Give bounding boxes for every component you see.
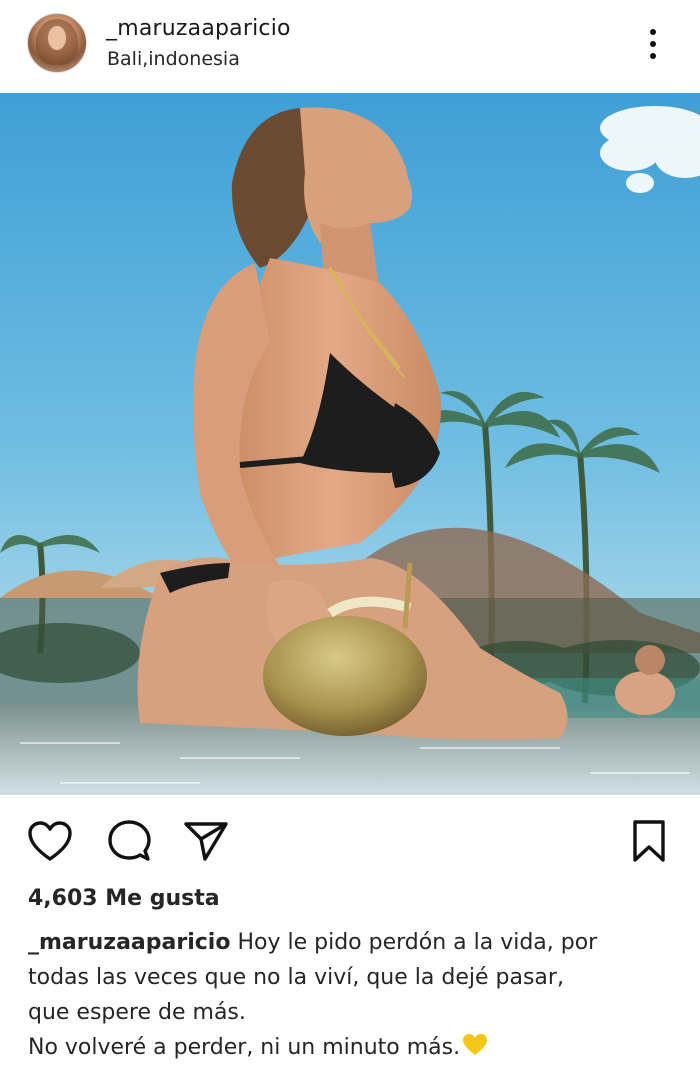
avatar-face <box>48 26 66 50</box>
caption-line-3: que espere de más. <box>28 1000 246 1025</box>
paper-plane-icon[interactable] <box>183 818 229 864</box>
yellow-heart-emoji-icon <box>463 1034 488 1055</box>
caption-line-1: _maruzaaparicio Hoy le pido perdón a la … <box>28 925 678 960</box>
post-header: _maruzaaparicio Bali,indonesia <box>0 0 700 92</box>
caption-text-1: Hoy le pido perdón a la vida, por <box>230 930 598 955</box>
likes-count[interactable]: 4,603 Me gusta <box>28 886 220 911</box>
post-photo[interactable] <box>0 93 700 795</box>
action-bar <box>0 812 700 868</box>
caption: _maruzaaparicio Hoy le pido perdón a la … <box>28 925 678 1065</box>
caption-text-4: No volveré a perder, ni un minuto más. <box>28 1035 461 1060</box>
location[interactable]: Bali,indonesia <box>107 48 240 70</box>
heart-outline-icon[interactable] <box>27 818 73 864</box>
comment-bubble-icon[interactable] <box>106 818 152 864</box>
caption-username[interactable]: _maruzaaparicio <box>28 930 230 955</box>
photo-illustration <box>0 93 700 795</box>
username[interactable]: _maruzaaparicio <box>106 16 291 41</box>
dot <box>650 41 656 47</box>
dot <box>650 29 656 35</box>
avatar[interactable] <box>27 13 87 73</box>
caption-line-4: No volveré a perder, ni un minuto más. <box>28 1030 678 1065</box>
dot <box>650 53 656 59</box>
instagram-post: _maruzaaparicio Bali,indonesia 4,603 Me … <box>0 0 700 1079</box>
more-options-icon[interactable] <box>638 24 668 64</box>
caption-line-2: todas las veces que no la viví, que la d… <box>28 965 564 990</box>
bookmark-icon[interactable] <box>626 818 672 864</box>
